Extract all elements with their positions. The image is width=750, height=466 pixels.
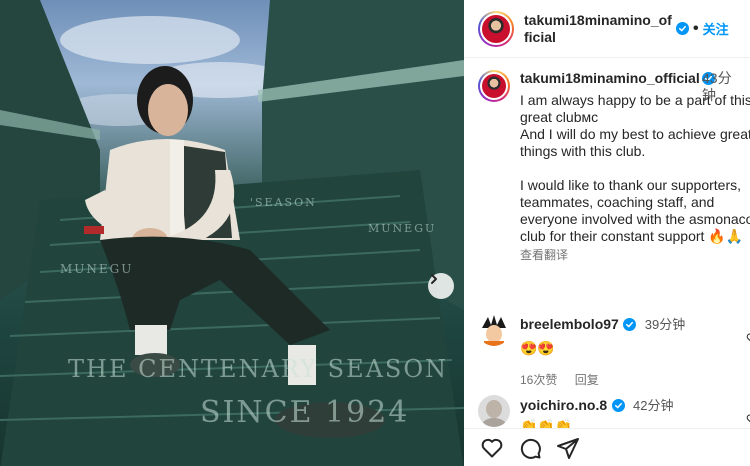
comment-item: yoichiro.no.8 42分钟 👏👏👏 (478, 395, 750, 428)
comment-time[interactable]: 42分钟 (633, 398, 673, 413)
comment-avatar[interactable] (478, 314, 510, 346)
comment-text: 😍😍 (520, 340, 555, 356)
next-photo-button[interactable] (428, 273, 454, 299)
comment-icon[interactable] (518, 436, 542, 460)
comment-username[interactable]: breelembolo97 (520, 316, 619, 332)
verified-icon (623, 318, 637, 331)
caption-time[interactable]: 43分钟 (702, 70, 742, 104)
goku-avatar-icon (478, 314, 510, 346)
stair-text-munegu-2: MUNEGU (368, 222, 437, 235)
comment-time[interactable]: 39分钟 (645, 317, 685, 332)
comment-likes[interactable]: 16次赞 (520, 373, 557, 387)
comment-reply-button[interactable]: 回复 (575, 373, 599, 387)
post-photo: MUNEGU MUNEGU THE CENTENARY SEASON SINCE… (0, 0, 464, 466)
post-side-panel: takumi18minamino_official • 关注 takumi18m… (464, 0, 750, 466)
stair-text-season-top: 'SEASON (250, 196, 317, 209)
post-caption: takumi18minamino_official 43分钟 I am alwa… (478, 70, 750, 263)
heart-icon[interactable] (480, 436, 504, 460)
caption-username[interactable]: takumi18minamino_official (520, 70, 700, 87)
comment-avatar[interactable] (478, 395, 510, 427)
stair-text-centenary: THE CENTENARY SEASON (68, 355, 449, 383)
caption-avatar[interactable] (478, 70, 510, 102)
stair-text-since: SINCE 1924 (200, 395, 410, 430)
header-username[interactable]: takumi18minamino_official (524, 12, 676, 46)
action-bar (464, 428, 750, 466)
share-icon[interactable] (556, 436, 580, 460)
comment-text: 👏👏👏 (520, 418, 573, 428)
next-arrow-icon (431, 274, 437, 284)
header-username-text[interactable]: takumi18minamino_official (524, 12, 672, 45)
comment-username[interactable]: yoichiro.no.8 (520, 397, 607, 413)
caption-text: I am always happy to be a part of this g… (520, 92, 750, 244)
verified-icon (611, 399, 625, 412)
verified-icon (676, 22, 689, 35)
follow-button[interactable]: 关注 (703, 19, 729, 38)
translate-link[interactable]: 查看翻译 (520, 246, 750, 263)
header-avatar[interactable] (478, 10, 514, 47)
header-separator: • (693, 19, 699, 37)
heart-icon[interactable] (746, 332, 750, 344)
heart-icon[interactable] (746, 413, 750, 425)
stair-text-munegu-1: MUNEGU (60, 262, 134, 276)
user-avatar-icon (478, 395, 510, 427)
post-header: takumi18minamino_official • 关注 (464, 0, 750, 58)
comment-item: breelembolo97 39分钟 😍😍 16次赞 回复 (478, 314, 750, 388)
